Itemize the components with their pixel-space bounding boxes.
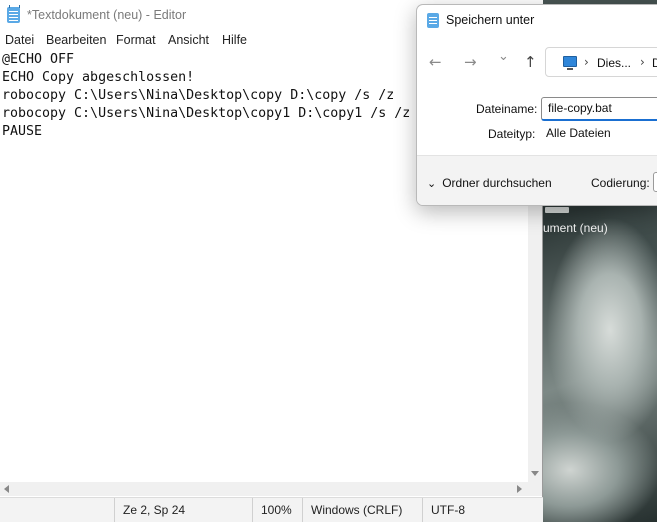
browse-folders-label: Ordner durchsuchen [442,176,552,190]
status-bar: Ze 2, Sp 24 100% Windows (CRLF) UTF-8 [0,497,543,522]
dialog-titlebar[interactable]: Speichern unter [417,5,657,35]
background-window-label: ument (neu) [543,221,608,235]
encoding-select[interactable] [653,172,657,192]
dialog-title: Speichern unter [446,13,535,27]
menu-format[interactable]: Format [116,33,156,47]
menu-datei[interactable]: Datei [5,33,34,47]
status-encoding: UTF-8 [422,498,543,522]
encoding-label: Codierung: [591,176,650,190]
scroll-right-arrow-icon[interactable] [517,485,522,493]
forward-arrow-icon[interactable]: → [464,53,477,71]
up-arrow-icon[interactable]: ↑ [524,53,537,71]
filetype-select[interactable]: Alle Dateien [541,123,657,145]
notepad-icon [7,5,20,23]
window-title: *Textdokument (neu) - Editor [27,8,187,22]
scroll-down-arrow-icon[interactable] [531,471,539,476]
notepad-icon [427,13,439,28]
menu-bearbeiten[interactable]: Bearbeiten [46,33,106,47]
filename-input[interactable]: file-copy.bat [541,97,657,121]
status-cursor-position: Ze 2, Sp 24 [114,498,252,522]
scroll-left-arrow-icon[interactable] [4,485,9,493]
scrollbar-corner [528,482,542,496]
background-window-icon [545,207,569,213]
status-zoom: 100% [252,498,302,522]
editor-line-2: ECHO Copy abgeschlossen! [2,70,195,85]
breadcrumb-separator-icon: › [584,55,589,69]
recent-locations-chevron-icon[interactable]: ⌄ [498,49,509,64]
this-pc-icon [563,56,577,70]
filetype-label: Dateityp: [488,127,536,141]
navigation-row: ← → ⌄ ↑ › Dies... › D [417,43,657,79]
dialog-footer: ⌄ Ordner durchsuchen Codierung: [417,155,657,205]
browse-folders-button[interactable]: ⌄ Ordner durchsuchen [427,176,552,190]
menu-ansicht[interactable]: Ansicht [168,33,209,47]
filename-label: Dateiname: [476,102,538,116]
chevron-down-icon: ⌄ [427,178,437,190]
breadcrumb-drive[interactable]: D [652,56,657,70]
editor-line-5: PAUSE [2,124,43,139]
editor-line-3: robocopy C:\Users\Nina\Desktop\copy D:\c… [2,88,395,103]
back-arrow-icon[interactable]: ← [429,53,442,71]
breadcrumb-separator-icon: › [640,55,645,69]
status-line-ending: Windows (CRLF) [302,498,422,522]
horizontal-scrollbar[interactable] [0,482,528,496]
editor-line-4: robocopy C:\Users\Nina\Desktop\copy1 D:\… [2,106,411,121]
breadcrumb-this-pc[interactable]: Dies... [597,56,631,70]
menu-hilfe[interactable]: Hilfe [222,33,247,47]
save-as-dialog: Speichern unter ← → ⌄ ↑ › Dies... › D Da… [416,4,657,206]
editor-line-1: @ECHO OFF [2,52,75,67]
address-bar[interactable]: › Dies... › D [545,47,657,77]
